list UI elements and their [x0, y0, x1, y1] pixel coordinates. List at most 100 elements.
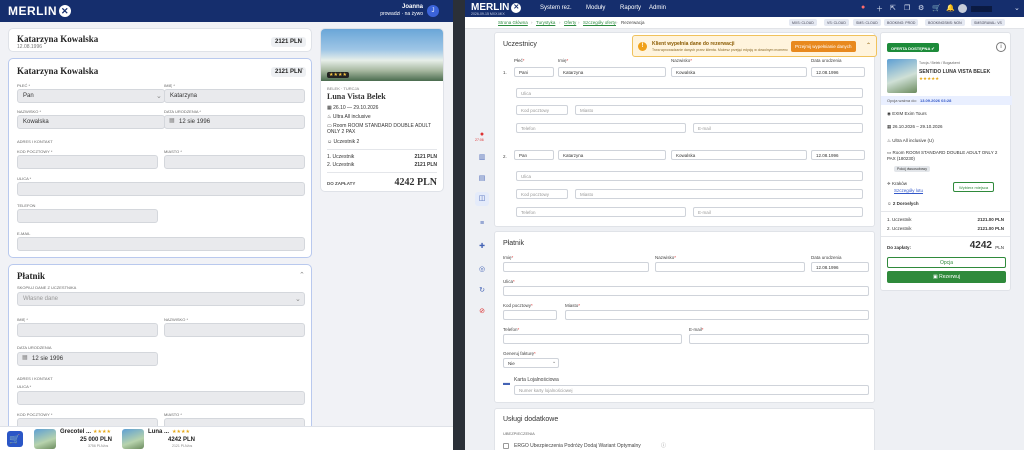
globe-icon[interactable]: ◎	[475, 263, 489, 277]
firstname-input[interactable]: Katarzyna	[164, 89, 305, 103]
payer-city-input[interactable]	[565, 310, 869, 320]
hotel-participants-text: Uczestnik 2	[333, 139, 360, 145]
add-icon[interactable]: ＋	[876, 4, 883, 14]
street-input[interactable]: Ulica	[516, 88, 863, 98]
alert-title: Klient wypełnia dane do rezerwacji	[652, 41, 735, 47]
hotel-photo[interactable]	[887, 59, 917, 93]
hotel-board: ♨ Ultra All inclusive	[327, 114, 371, 120]
phone-input[interactable]	[17, 209, 158, 223]
dob-input[interactable]: 12 sie 1996	[164, 115, 305, 129]
list-number-icon[interactable]: ≡	[475, 217, 489, 231]
lastname-input[interactable]: Kowalska	[17, 115, 165, 129]
lastname-input[interactable]: Kowalska	[671, 150, 807, 160]
nav-admin[interactable]: Admin	[649, 5, 666, 11]
payer-phone-label: Telefon*	[503, 327, 520, 332]
participant-card-collapsed[interactable]: Katarzyna Kowalska 12.08.1996 2121 PLN	[8, 28, 312, 52]
lastname-input[interactable]: Kowalska	[671, 67, 807, 77]
offer-available-badge: OFERTA DOSTĘPNA ✔	[887, 43, 939, 52]
cart-icon[interactable]: 🛒	[932, 4, 941, 12]
avatar[interactable]	[958, 4, 967, 13]
city-input[interactable]: Miasto	[575, 105, 863, 115]
take-over-button[interactable]: Przejmij wypełnianie danych	[791, 41, 856, 52]
zip-input[interactable]	[17, 155, 158, 169]
cancel-icon[interactable]: ⊘	[475, 305, 489, 319]
phone-input[interactable]: Telefon	[516, 207, 686, 217]
payer-street-input[interactable]	[17, 391, 305, 405]
avatar[interactable]: J	[427, 5, 439, 17]
settings-icon[interactable]: ⚙	[918, 4, 924, 12]
building-icon[interactable]: ▥	[475, 151, 489, 165]
payer-lastname-input[interactable]	[164, 323, 305, 337]
gender-select[interactable]: Pan	[514, 150, 554, 160]
basket-item-thumb[interactable]	[122, 429, 144, 449]
payer-phone-input[interactable]	[503, 334, 682, 344]
choose-seats-button[interactable]: Wybierz miejsca	[953, 182, 995, 192]
basket-item-thumb[interactable]	[34, 429, 56, 449]
zip-input[interactable]: Kod pocztowy	[516, 189, 568, 199]
email-input[interactable]: E-mail	[693, 123, 863, 133]
offer-hotel-name[interactable]: SENTIDO LUNA VISTA BELEK	[919, 69, 990, 75]
id-card-icon[interactable]: ▤	[475, 172, 489, 186]
email-input[interactable]: E-mail	[693, 207, 863, 217]
gender-select[interactable]: Pan	[17, 89, 165, 103]
basket-item-name[interactable]: Grecotel ...	[60, 429, 91, 435]
invoice-select[interactable]: Nie	[503, 358, 559, 368]
copy-icon[interactable]: ❐	[904, 4, 910, 12]
crumb-home[interactable]: Strona Główna	[498, 20, 528, 25]
user-name[interactable]: Jnowak	[971, 6, 992, 12]
record-icon[interactable]: ●	[861, 4, 865, 11]
payer-firstname-input[interactable]	[17, 323, 158, 337]
street-input[interactable]: Ulica	[516, 171, 863, 181]
cart-icon[interactable]: 🛒	[7, 431, 23, 447]
nav-reports[interactable]: Raporty	[620, 5, 641, 11]
city-input[interactable]: Miasto	[575, 189, 863, 199]
street-input[interactable]	[17, 182, 305, 196]
hotel-dates: ▦ 26.10 — 29.10.2026	[327, 105, 378, 111]
collapse-chevron-icon[interactable]: ⌃	[299, 271, 305, 279]
crumb-tourism[interactable]: Turystyka	[536, 20, 555, 25]
notifications-icon[interactable]: 🔔	[946, 4, 955, 12]
crumb-offers[interactable]: Oferty	[564, 20, 576, 25]
dob-input[interactable]: 12.08.1996	[811, 67, 865, 77]
phone-input[interactable]: Telefon	[516, 123, 686, 133]
collapse-chevron-icon[interactable]: ⌃	[866, 42, 871, 49]
nav-system[interactable]: System rez.	[540, 5, 572, 11]
payer-lastname-input[interactable]	[655, 262, 805, 272]
city-input[interactable]	[164, 155, 305, 169]
payer-firstname-input[interactable]	[503, 262, 649, 272]
payer-dob-input[interactable]: 12 sie 1996	[17, 352, 158, 366]
merlin-logo: MERLIN ✕	[8, 4, 71, 18]
chevron-down-icon[interactable]: ⌄	[1014, 4, 1020, 12]
flight-details-link[interactable]: Szczegóły lotu	[894, 188, 923, 193]
insurance-item[interactable]: ERGO Ubezpieczenia Podróży Dodaj Wariant…	[514, 443, 641, 449]
zip-input[interactable]: Kod pocztowy	[516, 105, 568, 115]
lastname-label: NAZWISKO *	[17, 109, 42, 114]
payer-dob-input[interactable]: 12.08.1996	[811, 262, 869, 272]
info-icon[interactable]: i	[996, 42, 1006, 52]
suitcase-icon[interactable]: ◫	[475, 192, 489, 206]
payer-zip-input[interactable]	[503, 310, 557, 320]
info-icon[interactable]: ⓘ	[661, 442, 666, 449]
add-user-icon[interactable]: ✚	[475, 240, 489, 254]
offer-stars: ★★★★★	[919, 76, 940, 81]
basket-item-name[interactable]: Luna ...	[148, 429, 169, 435]
nav-modules[interactable]: Moduły	[586, 5, 605, 11]
refresh-icon[interactable]: ↻	[475, 284, 489, 298]
copy-data-select[interactable]: Własne dane	[17, 292, 305, 306]
insurance-checkbox[interactable]	[503, 443, 509, 449]
loyalty-input[interactable]: Numer karty lojalnościowej	[514, 385, 869, 395]
payer-email-input[interactable]	[689, 334, 869, 344]
firstname-input[interactable]: Katarzyna	[558, 67, 666, 77]
external-link-icon[interactable]: ⇱	[890, 4, 896, 12]
collapse-chevron-icon[interactable]: ⌃	[299, 67, 305, 75]
payer-street-input[interactable]	[503, 286, 869, 296]
divider	[327, 149, 437, 150]
env-tag: SMS: CLOUD	[853, 19, 881, 26]
gender-select[interactable]: Pani	[514, 67, 554, 77]
option-button[interactable]: Opcja	[887, 257, 1006, 268]
email-input[interactable]	[17, 237, 305, 251]
reserve-button[interactable]: ▣ Rezerwuj	[887, 271, 1006, 283]
firstname-input[interactable]: Katarzyna	[558, 150, 666, 160]
dob-input[interactable]: 12.08.1996	[811, 150, 865, 160]
crumb-offer-details[interactable]: Szczegóły oferty	[583, 20, 616, 25]
